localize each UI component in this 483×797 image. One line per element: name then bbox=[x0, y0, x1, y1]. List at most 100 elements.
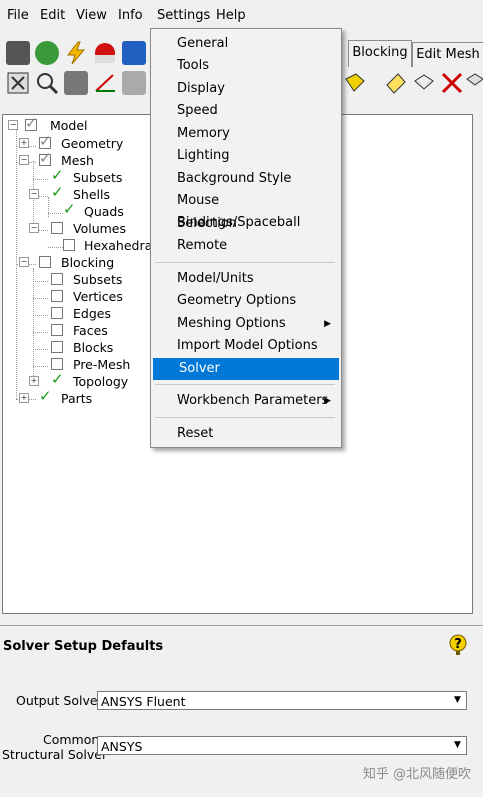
edges-checkbox[interactable] bbox=[51, 307, 63, 319]
tab-blocking[interactable]: Blocking bbox=[348, 40, 412, 67]
output-solver-select[interactable]: ANSYS Fluent ▼ bbox=[97, 691, 467, 710]
expand-parts-icon[interactable]: + bbox=[19, 393, 29, 403]
tree-blocking-subsets[interactable]: Subsets bbox=[73, 272, 122, 287]
refresh-icon[interactable] bbox=[35, 41, 59, 65]
tree-shells[interactable]: Shells bbox=[73, 187, 110, 202]
hexahedra-checkbox[interactable] bbox=[63, 239, 75, 251]
display-icon[interactable] bbox=[122, 71, 146, 95]
dropdown-arrow-icon: ▼ bbox=[454, 740, 461, 750]
common-solver-value: ANSYS bbox=[101, 739, 143, 754]
menu-separator bbox=[155, 262, 335, 263]
collapse-model-icon[interactable]: − bbox=[8, 120, 18, 130]
edge-icon[interactable] bbox=[412, 71, 436, 95]
check-icon: ✓ bbox=[39, 149, 52, 167]
menu-file[interactable]: File bbox=[7, 8, 29, 23]
output-solver-value: ANSYS Fluent bbox=[101, 694, 186, 709]
menu-settings[interactable]: Settings bbox=[157, 8, 210, 23]
volumes-checkbox[interactable] bbox=[51, 222, 63, 234]
menu-item-speed[interactable]: Speed bbox=[151, 100, 339, 122]
lightning-icon[interactable] bbox=[64, 41, 88, 65]
save-icon[interactable] bbox=[6, 41, 30, 65]
menu-item-lighting[interactable]: Lighting bbox=[151, 145, 339, 167]
help-icon[interactable]: ? bbox=[449, 634, 467, 656]
blocking-checkbox[interactable] bbox=[39, 256, 51, 268]
common-solver-label-line1: Common bbox=[43, 732, 100, 747]
tree-mesh[interactable]: Mesh bbox=[61, 153, 94, 168]
cube-icon[interactable] bbox=[466, 71, 483, 95]
common-structural-solver-select[interactable]: ANSYS ▼ bbox=[97, 736, 467, 755]
menu-item-workbench-parameters[interactable]: Workbench Parameters ▶ bbox=[151, 390, 339, 412]
tree-geometry[interactable]: Geometry bbox=[61, 136, 123, 151]
tree-subsets[interactable]: Subsets bbox=[73, 170, 122, 185]
check-icon[interactable]: ✓ bbox=[51, 372, 64, 387]
collapse-volumes-icon[interactable]: − bbox=[29, 223, 39, 233]
output-solver-label: Output Solver bbox=[16, 693, 103, 708]
menu-item-display[interactable]: Display bbox=[151, 78, 339, 100]
dropdown-arrow-icon: ▼ bbox=[454, 695, 461, 705]
collapse-mesh-icon[interactable]: − bbox=[19, 155, 29, 165]
zoom-icon[interactable] bbox=[35, 71, 59, 95]
menu-info[interactable]: Info bbox=[118, 8, 143, 23]
record-icon[interactable] bbox=[93, 41, 117, 65]
menu-item-solver[interactable]: Solver bbox=[153, 358, 339, 380]
menu-item-background-style[interactable]: Background Style bbox=[151, 168, 339, 190]
collapse-blocking-icon[interactable]: − bbox=[19, 257, 29, 267]
menu-item-reset[interactable]: Reset bbox=[151, 423, 339, 445]
submenu-arrow-icon: ▶ bbox=[324, 396, 331, 406]
tree-quads[interactable]: Quads bbox=[84, 204, 124, 219]
check-icon[interactable]: ✓ bbox=[51, 168, 64, 183]
blocks-checkbox[interactable] bbox=[51, 341, 63, 353]
expand-topology-icon[interactable]: + bbox=[29, 376, 39, 386]
lcs-icon[interactable] bbox=[93, 71, 117, 95]
measure-icon[interactable] bbox=[64, 71, 88, 95]
panel-title: Solver Setup Defaults bbox=[3, 639, 164, 654]
menu-item-general[interactable]: General bbox=[151, 33, 339, 55]
tree-parts[interactable]: Parts bbox=[61, 391, 92, 406]
menu-item-remote[interactable]: Remote bbox=[151, 235, 339, 257]
menu-separator bbox=[155, 417, 335, 418]
menu-view[interactable]: View bbox=[76, 8, 107, 23]
menu-item-tools[interactable]: Tools bbox=[151, 55, 339, 77]
premesh-checkbox[interactable] bbox=[51, 358, 63, 370]
submenu-arrow-icon: ▶ bbox=[324, 319, 331, 329]
tree-premesh[interactable]: Pre-Mesh bbox=[73, 357, 130, 372]
faces-checkbox[interactable] bbox=[51, 324, 63, 336]
check-icon[interactable]: ✓ bbox=[39, 389, 52, 404]
workbench-icon[interactable] bbox=[122, 41, 146, 65]
menu-item-mouse-bindings[interactable]: Mouse Bindings/Spaceball bbox=[151, 190, 339, 230]
tree-blocks[interactable]: Blocks bbox=[73, 340, 113, 355]
common-solver-label-line2: Structural Solver bbox=[2, 747, 108, 762]
vertices-checkbox[interactable] bbox=[51, 290, 63, 302]
menu-item-import-model-options[interactable]: Import Model Options bbox=[151, 335, 339, 357]
fit-icon[interactable] bbox=[6, 71, 30, 95]
subsets-checkbox[interactable] bbox=[51, 273, 63, 285]
menu-item-meshing-options[interactable]: Meshing Options ▶ bbox=[151, 313, 339, 335]
menu-item-memory[interactable]: Memory bbox=[151, 123, 339, 145]
check-icon[interactable]: ✓ bbox=[51, 185, 64, 200]
delete-block-icon[interactable] bbox=[440, 71, 464, 95]
tree-topology[interactable]: Topology bbox=[73, 374, 128, 389]
collapse-shells-icon[interactable]: − bbox=[29, 189, 39, 199]
svg-text:?: ? bbox=[454, 637, 462, 652]
tab-edit-mesh[interactable]: Edit Mesh bbox=[412, 42, 483, 67]
tree-vertices[interactable]: Vertices bbox=[73, 289, 123, 304]
tree-hexahedra[interactable]: Hexahedra bbox=[84, 238, 152, 253]
expand-geometry-icon[interactable]: + bbox=[19, 138, 29, 148]
tree-model[interactable]: Model bbox=[50, 118, 88, 133]
move-vertex-icon[interactable] bbox=[384, 71, 408, 95]
menu-item-geometry-options[interactable]: Geometry Options bbox=[151, 290, 339, 312]
menu-edit[interactable]: Edit bbox=[40, 8, 65, 23]
tree-volumes[interactable]: Volumes bbox=[73, 221, 126, 236]
watermark: 知乎 @北风随便吹 bbox=[362, 767, 471, 782]
tree-faces[interactable]: Faces bbox=[73, 323, 108, 338]
check-icon: ✓ bbox=[25, 114, 38, 132]
check-icon[interactable]: ✓ bbox=[63, 202, 76, 217]
menu-help[interactable]: Help bbox=[216, 8, 246, 23]
blocking-split-icon[interactable] bbox=[342, 71, 366, 95]
menu-item-model-units[interactable]: Model/Units bbox=[151, 268, 339, 290]
tree-blocking[interactable]: Blocking bbox=[61, 255, 114, 270]
menu-item-workbench-parameters-label: Workbench Parameters bbox=[177, 393, 329, 408]
menu-separator bbox=[155, 384, 335, 385]
menu-item-selection[interactable]: Selection bbox=[151, 213, 339, 235]
tree-edges[interactable]: Edges bbox=[73, 306, 111, 321]
